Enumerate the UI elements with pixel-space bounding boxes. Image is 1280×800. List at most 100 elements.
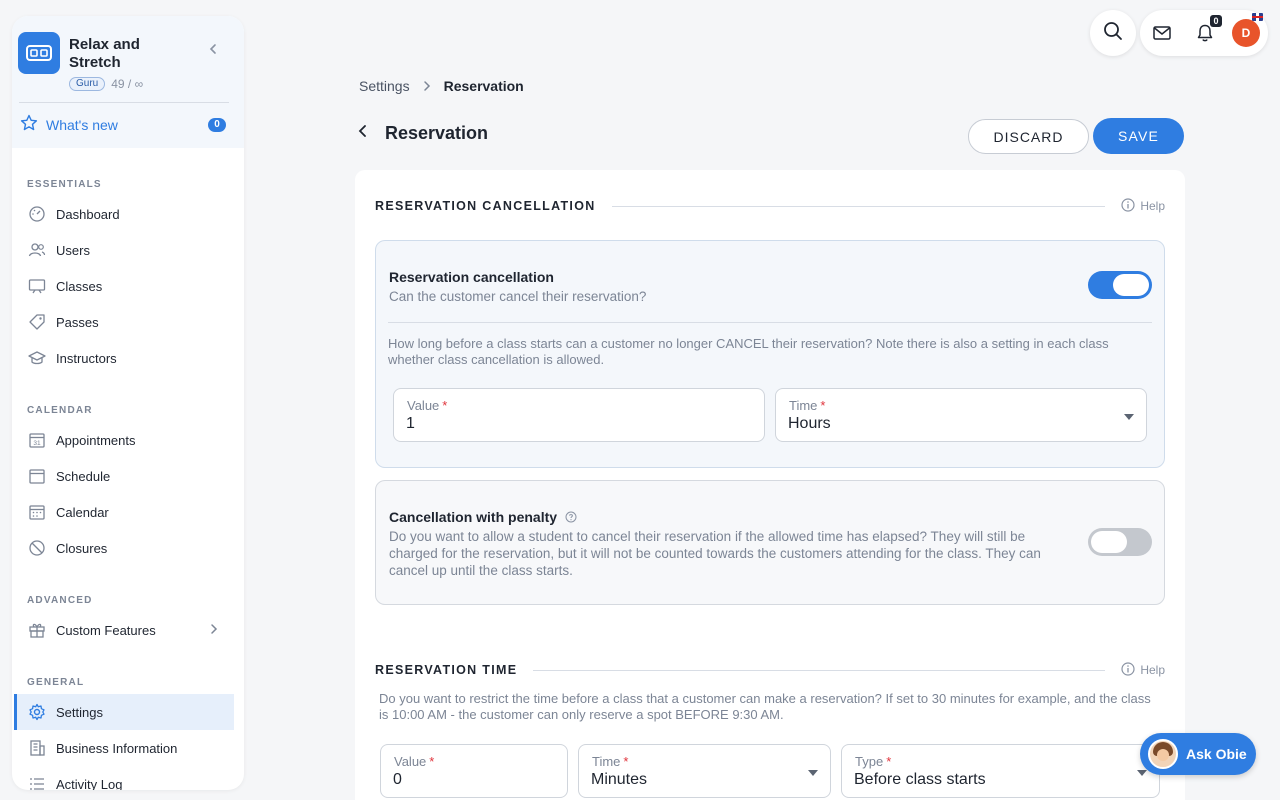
save-button[interactable]: SAVE: [1093, 118, 1184, 154]
question-icon[interactable]: [565, 511, 577, 523]
breadcrumb: Settings Reservation: [359, 78, 524, 94]
required-marker: *: [886, 754, 892, 769]
chevron-left-icon: [356, 124, 370, 143]
whats-new-link[interactable]: What's new 0: [20, 114, 226, 137]
sidebar-divider: [19, 102, 229, 103]
assistant-avatar: [1148, 739, 1178, 769]
sidebar-item-business-information[interactable]: Business Information: [14, 730, 234, 766]
breadcrumb-settings[interactable]: Settings: [359, 78, 410, 94]
language-flag-icon[interactable]: [1252, 13, 1263, 21]
mail-icon[interactable]: [1152, 24, 1172, 47]
section-label-calendar: CALENDAR: [27, 405, 93, 416]
settings-card: RESERVATION CANCELLATION Help Reservatio…: [355, 170, 1185, 800]
info-icon: [1121, 197, 1135, 215]
plan-info: Guru 49 / ∞: [69, 77, 143, 91]
ask-obie-label: Ask Obie: [1186, 746, 1247, 762]
sidebar-item-label: Appointments: [56, 432, 136, 448]
time-value-field[interactable]: Value * 0: [380, 744, 568, 798]
reservation-cancellation-panel: Reservation cancellation Can the custome…: [375, 240, 1165, 468]
appointments-icon: 31: [28, 431, 46, 449]
sidebar-item-closures[interactable]: Closures: [14, 530, 234, 566]
dropdown-caret-icon: [1124, 414, 1134, 420]
business-name[interactable]: Relax and Stretch: [69, 36, 179, 72]
penalty-description: Do you want to allow a student to cancel…: [389, 529, 1041, 578]
closures-icon: [28, 539, 46, 557]
sidebar-item-label: Calendar: [56, 504, 109, 520]
cancellation-description: How long before a class starts can a cus…: [388, 336, 1109, 367]
sidebar-item-calendar[interactable]: Calendar: [14, 494, 234, 530]
search-button[interactable]: [1090, 10, 1136, 56]
help-label: Help: [1140, 199, 1165, 213]
sidebar-item-schedule[interactable]: Schedule: [14, 458, 234, 494]
search-icon: [1102, 20, 1124, 47]
help-link[interactable]: Help: [1121, 661, 1165, 679]
field-label: Value *: [407, 398, 447, 413]
field-label-text: Value: [407, 398, 440, 413]
sidebar-item-dashboard[interactable]: Dashboard: [14, 196, 234, 232]
section-title: RESERVATION TIME: [375, 663, 518, 677]
panel-subtitle: Can the customer cancel their reservatio…: [389, 289, 647, 304]
time-type-select[interactable]: Type * Before class starts: [841, 744, 1160, 798]
cancellation-value-field[interactable]: Value * 1: [393, 388, 765, 442]
sidebar-item-label: Business Information: [56, 740, 178, 756]
dashboard-icon: [28, 205, 46, 223]
sidebar-item-instructors[interactable]: Instructors: [14, 340, 234, 376]
ask-obie-button[interactable]: Ask Obie: [1140, 733, 1256, 775]
time-section-header: RESERVATION TIME Help: [375, 660, 1165, 680]
activity-log-icon: [28, 775, 46, 790]
whats-new-count: 0: [208, 118, 226, 132]
reservation-cancellation-toggle[interactable]: [1088, 271, 1152, 299]
info-icon: [1121, 661, 1135, 679]
custom-features-icon: [28, 621, 46, 639]
field-value: 0: [393, 771, 402, 788]
help-link[interactable]: Help: [1121, 197, 1165, 215]
sidebar-item-appointments[interactable]: 31 Appointments: [14, 422, 234, 458]
field-label-text: Time: [592, 754, 621, 769]
sidebar: Relax and Stretch Guru 49 / ∞ What's new…: [12, 16, 244, 790]
section-title: RESERVATION CANCELLATION: [375, 199, 596, 213]
cancellation-penalty-toggle[interactable]: [1088, 528, 1152, 556]
field-label-text: Type: [855, 754, 884, 769]
business-information-icon: [28, 739, 46, 757]
field-label-text: Value: [394, 754, 427, 769]
field-value: 1: [406, 415, 415, 432]
sidebar-item-users[interactable]: Users: [14, 232, 234, 268]
field-value: Before class starts: [854, 771, 986, 788]
sidebar-item-passes[interactable]: Passes: [14, 304, 234, 340]
field-value: Hours: [788, 415, 831, 432]
field-label-text: Time: [789, 398, 818, 413]
passes-icon: [28, 313, 46, 331]
business-logo[interactable]: [18, 32, 60, 74]
sidebar-item-activity-log[interactable]: Activity Log: [14, 766, 234, 790]
sidebar-item-label: Passes: [56, 314, 99, 330]
sidebar-item-label: Activity Log: [56, 776, 123, 791]
star-icon: [20, 114, 38, 137]
plan-count: 49 / ∞: [111, 77, 144, 91]
sidebar-item-classes[interactable]: Classes: [14, 268, 234, 304]
chevron-right-icon: [208, 623, 220, 638]
avatar[interactable]: D: [1232, 19, 1260, 47]
sidebar-item-custom-features[interactable]: Custom Features: [14, 612, 234, 648]
cancellation-section-header: RESERVATION CANCELLATION Help: [375, 196, 1165, 216]
cancellation-time-select[interactable]: Time * Hours: [775, 388, 1147, 442]
field-label: Value *: [394, 754, 434, 769]
sidebar-item-label: Dashboard: [56, 206, 120, 222]
back-button[interactable]: [352, 122, 374, 144]
time-unit-select[interactable]: Time * Minutes: [578, 744, 831, 798]
required-marker: *: [442, 398, 448, 413]
topbar-actions: 0 D: [1140, 10, 1268, 56]
sidebar-item-label: Users: [56, 242, 90, 258]
panel-title: Reservation cancellation: [389, 269, 554, 285]
sidebar-header: Relax and Stretch Guru 49 / ∞ What's new…: [12, 16, 244, 148]
cancellation-penalty-panel: Cancellation with penalty Do you want to…: [375, 480, 1165, 605]
required-marker: *: [623, 754, 629, 769]
sidebar-item-label: Schedule: [56, 468, 111, 484]
classes-icon: [28, 277, 46, 295]
required-marker: *: [820, 398, 826, 413]
chevron-right-icon: [422, 80, 432, 92]
section-divider: [533, 669, 1106, 671]
panel-divider: [388, 322, 1152, 323]
sidebar-item-settings[interactable]: Settings: [14, 694, 234, 730]
collapse-sidebar-icon[interactable]: [206, 42, 220, 61]
discard-button[interactable]: DISCARD: [968, 119, 1089, 154]
